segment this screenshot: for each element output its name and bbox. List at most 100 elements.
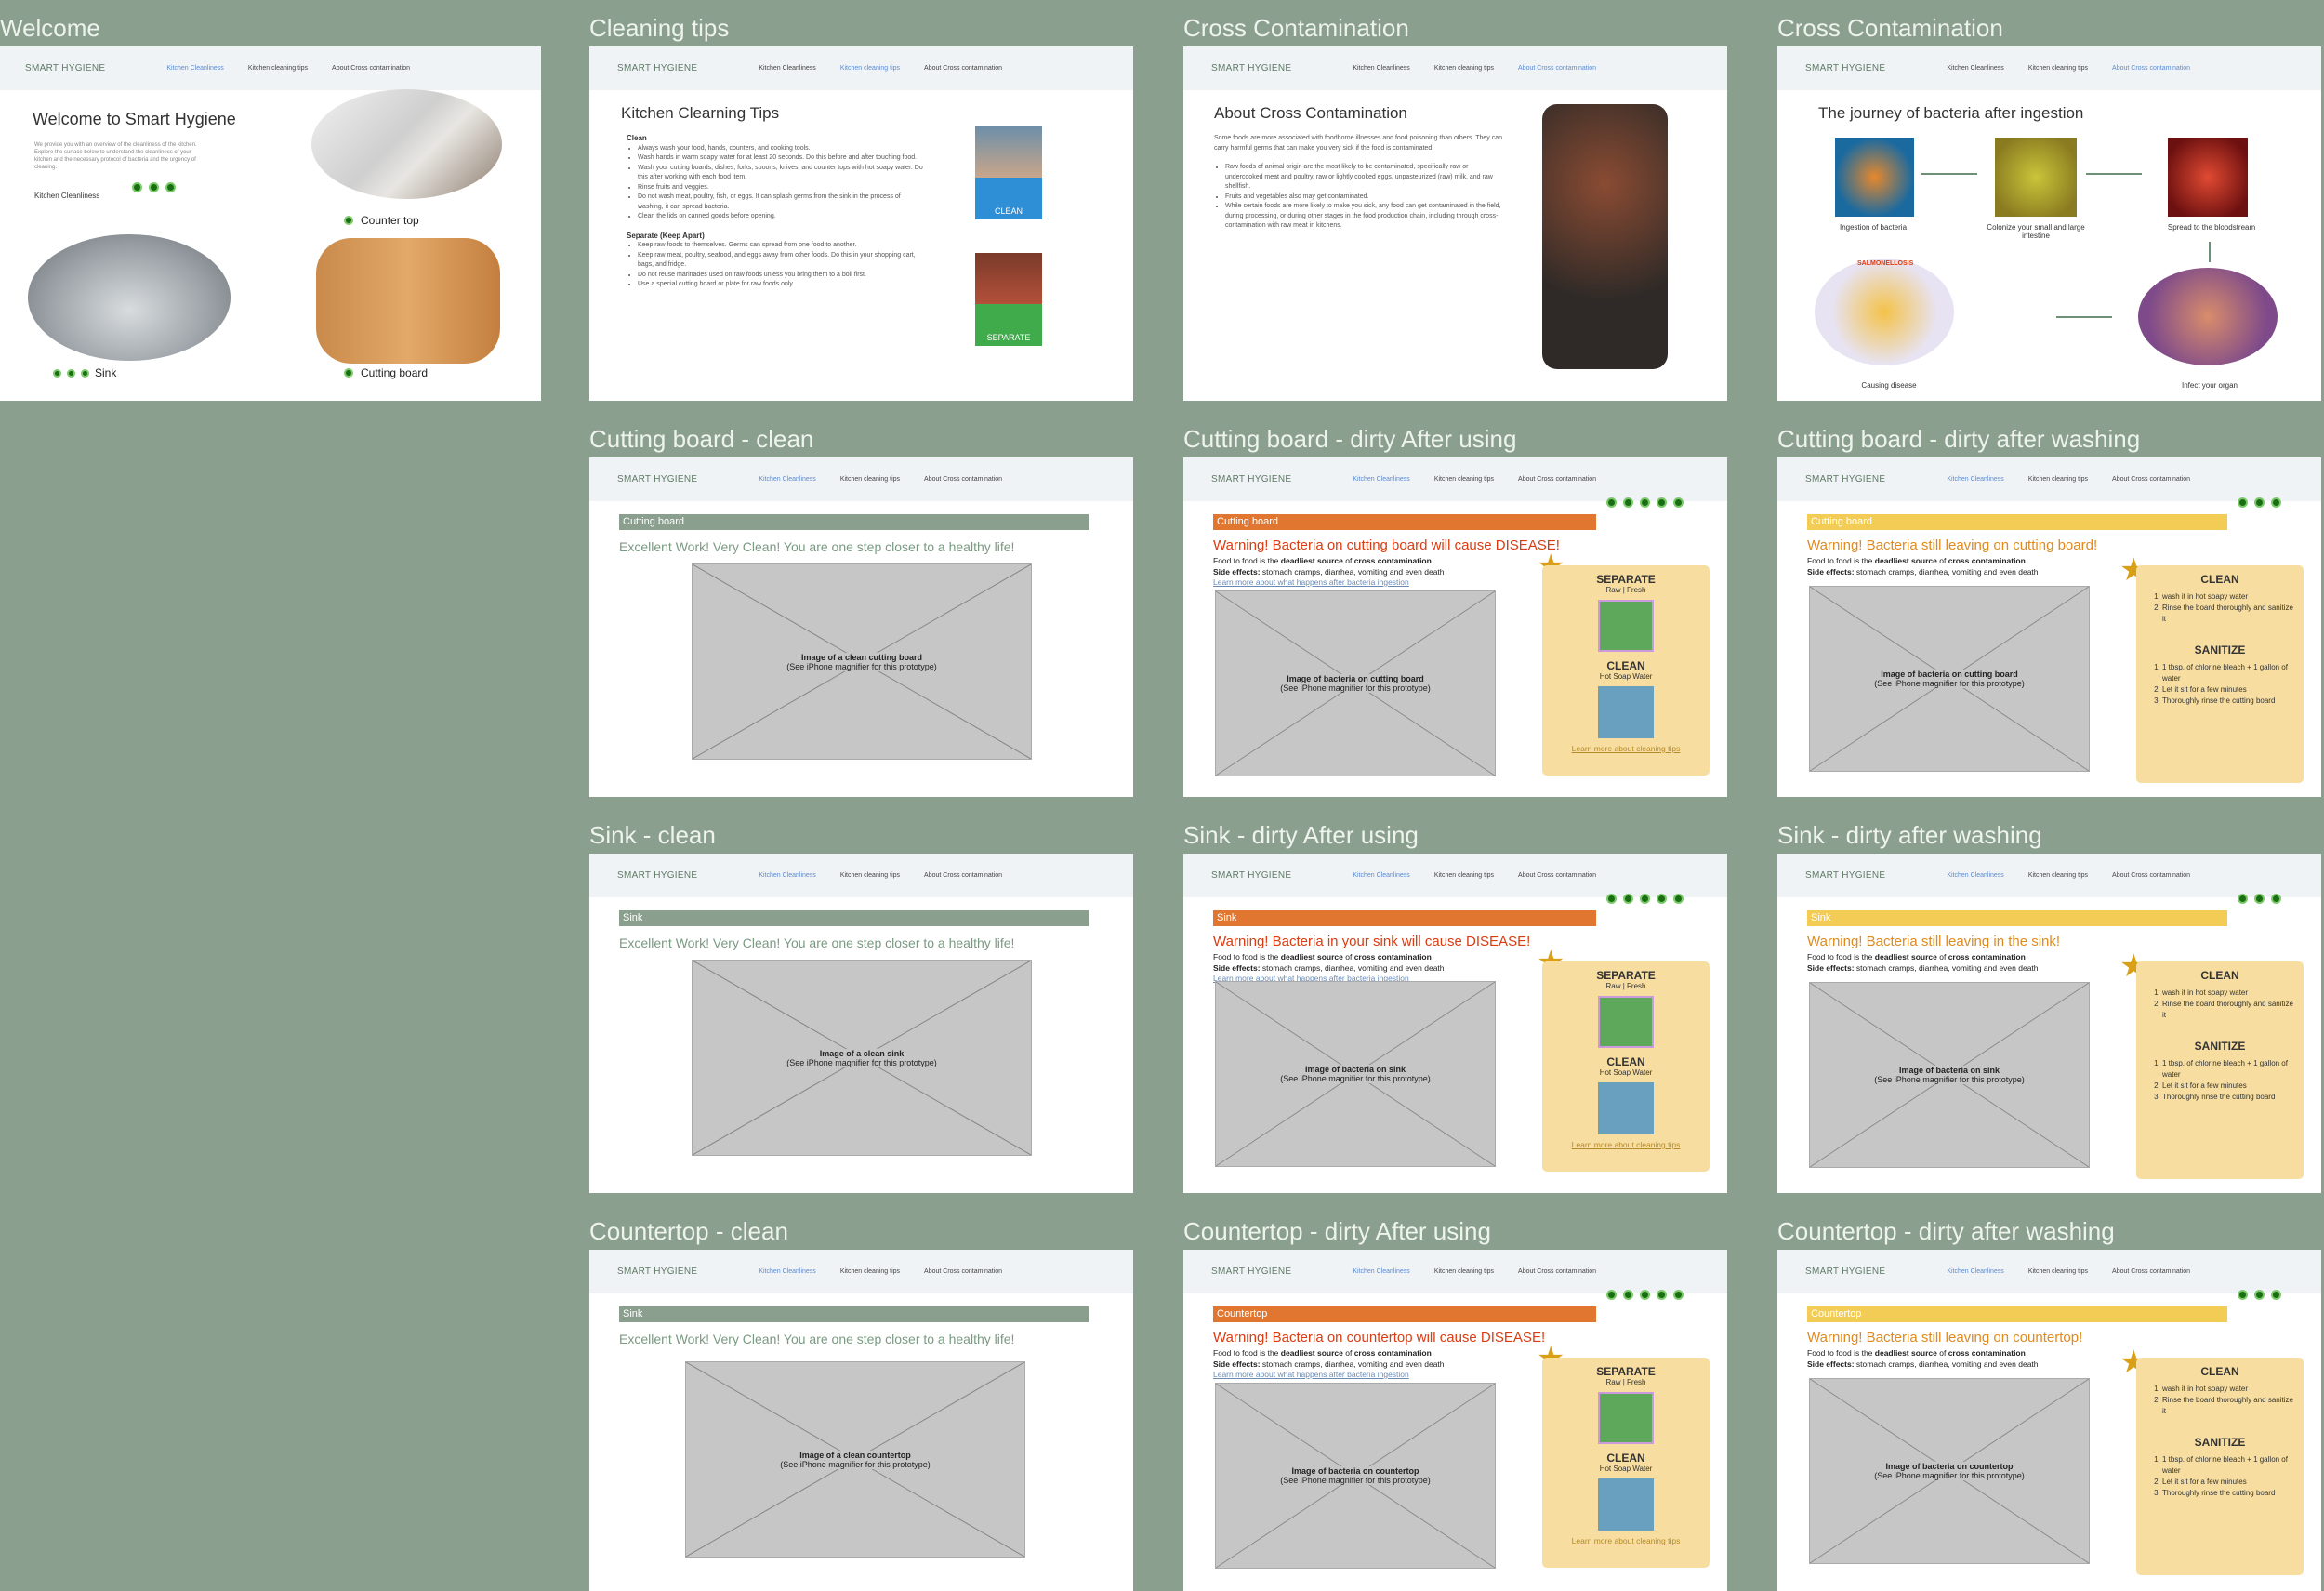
nav-link-tips[interactable]: Kitchen cleaning tips [840,476,900,483]
warning-message: Warning! Bacteria on cutting board will … [1213,537,1560,553]
nav-link-cross[interactable]: About Cross contamination [2112,476,2190,483]
logo[interactable]: SMART HYGIENE [1211,1266,1291,1277]
tips-card: SEPARATE Raw | Fresh CLEAN Hot Soap Wate… [1542,1358,1710,1568]
nav-link-cleanliness[interactable]: Kitchen Cleanliness [1947,1268,2003,1275]
clean-list: Always wash your food, hands, counters, … [627,144,924,222]
nav-link-cross[interactable]: About Cross contamination [2112,65,2190,72]
nav-link-cleanliness[interactable]: Kitchen Cleanliness [759,476,815,483]
arrow-3 [2209,242,2211,262]
surface-bar: Sink [1213,910,1596,926]
sink-item[interactable]: Sink [53,366,116,379]
ct-wash-frame: SMART HYGIENE Kitchen Cleanliness Kitchen … [1777,1250,2321,1591]
cleaning-tips-link[interactable]: Learn more about cleaning tips [1542,1536,1710,1545]
praise-message: Excellent Work! Very Clean! You are one … [619,1332,1015,1346]
nav-link-cleanliness[interactable]: Kitchen Cleanliness [759,872,815,879]
sanitize-heading: SANITIZE [2194,643,2246,656]
nav-link-tips[interactable]: Kitchen cleaning tips [1434,1268,1494,1275]
nav-link-tips[interactable]: Kitchen cleaning tips [1434,65,1494,72]
sanitize-steps: 1 tbsp. of chlorine bleach + 1 gallon of… [2146,662,2296,707]
cb-dirty-frame: SMART HYGIENE Kitchen Cleanliness Kitchen … [1183,457,1727,797]
frame-label-ct-dirty: Countertop - dirty After using [1183,1217,1491,1245]
surface-bar: Sink [619,1306,1089,1322]
nav-link-cleanliness[interactable]: Kitchen Cleanliness [759,1268,815,1275]
nav-link-tips[interactable]: Kitchen cleaning tips [2028,872,2088,879]
nav-link-cleanliness[interactable]: Kitchen Cleanliness [1947,872,2003,879]
counter-top-item[interactable]: Counter top [344,214,419,227]
praise-message: Excellent Work! Very Clean! You are one … [619,935,1015,950]
warning-message: Warning! Bacteria in your sink will caus… [1213,934,1531,949]
cutting-board-image[interactable] [316,238,500,364]
logo[interactable]: SMART HYGIENE [1211,63,1291,73]
frame-label-ct-clean: Countertop - clean [589,1217,788,1245]
nav-link-cleanliness[interactable]: Kitchen Cleanliness [1947,476,2003,483]
nav-link-tips[interactable]: Kitchen cleaning tips [2028,476,2088,483]
logo[interactable]: SMART HYGIENE [617,870,697,881]
surface-bar: Cutting board [1213,514,1596,530]
nav-link-tips[interactable]: Kitchen cleaning tips [840,1268,900,1275]
nav-link-cleanliness[interactable]: Kitchen Cleanliness [1353,65,1409,72]
tips-frame: SMART HYGIENE Kitchen Cleanliness Kitche… [589,46,1133,401]
logo[interactable]: SMART HYGIENE [1805,63,1885,73]
nav-link-cross[interactable]: About Cross contamination [2112,1268,2190,1275]
nav-link-cross[interactable]: About Cross contamination [1518,65,1596,72]
nav-link-cross[interactable]: About Cross contamination [1518,872,1596,879]
cross-frame: SMART HYGIENE Kitchen Cleanliness Kitche… [1183,46,1727,401]
nav-link-cross[interactable]: About Cross contamination [924,1268,1002,1275]
logo[interactable]: SMART HYGIENE [1211,474,1291,484]
cleaning-tips-link[interactable]: Learn more about cleaning tips [1542,744,1710,753]
nav-link-tips[interactable]: Kitchen cleaning tips [248,65,308,72]
separate-icon [1598,996,1654,1048]
nav-link-cross[interactable]: About Cross contamination [924,65,1002,72]
nav-link-cleanliness[interactable]: Kitchen Cleanliness [759,65,815,72]
nav-link-cross[interactable]: About Cross contamination [1518,1268,1596,1275]
logo[interactable]: SMART HYGIENE [1805,1266,1885,1277]
separate-heading: Separate (Keep Apart) [627,231,705,240]
nav-link-cross[interactable]: About Cross contamination [332,65,410,72]
logo[interactable]: SMART HYGIENE [617,1266,697,1277]
logo[interactable]: SMART HYGIENE [617,63,697,73]
logo[interactable]: SMART HYGIENE [617,474,697,484]
sink-image[interactable] [28,234,231,361]
surface-bar: Countertop [1807,1306,2227,1322]
logo[interactable]: SMART HYGIENE [1211,870,1291,881]
surface-bar: Countertop [1213,1306,1596,1322]
nav-link-cleanliness[interactable]: Kitchen Cleanliness [166,65,223,72]
nav-link-tips[interactable]: Kitchen cleaning tips [1434,872,1494,879]
nav-bar: SMART HYGIENE Kitchen Cleanliness Kitche… [0,46,541,90]
logo[interactable]: SMART HYGIENE [1805,474,1885,484]
bacteria-image-placeholder: Image of bacteria on cutting board (See i… [1215,590,1496,776]
nav-link-cleanliness[interactable]: Kitchen Cleanliness [1353,476,1409,483]
nav-link-tips[interactable]: Kitchen cleaning tips [840,872,900,879]
nav-link-tips[interactable]: Kitchen cleaning tips [2028,65,2088,72]
counter-top-image[interactable] [311,89,502,199]
nav-link-cross[interactable]: About Cross contamination [924,476,1002,483]
surface-bar: Sink [619,910,1089,926]
kitchen-cleanliness-label: Kitchen Cleanliness [34,192,100,200]
nav-link-tips[interactable]: Kitchen cleaning tips [2028,1268,2088,1275]
cleaning-tips-link[interactable]: Learn more about cleaning tips [1542,1140,1710,1149]
nav-link-tips[interactable]: Kitchen cleaning tips [840,65,900,72]
clean-heading: CLEAN [2200,1365,2239,1378]
nav-link-cross[interactable]: About Cross contamination [2112,872,2190,879]
page-title: About Cross Contamination [1214,104,1407,122]
page-title: The journey of bacteria after ingestion [1818,104,2084,122]
nav-link-cleanliness[interactable]: Kitchen Cleanliness [1353,1268,1409,1275]
cutting-board-item[interactable]: Cutting board [344,366,428,379]
warning-message: Warning! Bacteria still leaving on count… [1807,1330,2083,1346]
sink-wash-frame: SMART HYGIENE Kitchen Cleanliness Kitchen … [1777,854,2321,1193]
nav-link-cleanliness[interactable]: Kitchen Cleanliness [1353,872,1409,879]
logo[interactable]: SMART HYGIENE [1805,870,1885,881]
nav-link-cross[interactable]: About Cross contamination [1518,476,1596,483]
bacteria-image-placeholder: Image of bacteria on countertop (See iPho… [1215,1383,1496,1569]
nav-link-tips[interactable]: Kitchen cleaning tips [1434,476,1494,483]
tips-card: SEPARATE Raw | Fresh CLEAN Hot Soap Wate… [1542,961,1710,1172]
arrow-1 [1921,173,1977,175]
cb-clean-frame: SMART HYGIENE Kitchen Cleanliness Kitchen … [589,457,1133,797]
welcome-frame: SMART HYGIENE Kitchen Cleanliness Kitche… [0,46,541,401]
logo[interactable]: SMART HYGIENE [25,63,105,73]
nav-link-cleanliness[interactable]: Kitchen Cleanliness [1947,65,2003,72]
phone-food-image [1542,104,1668,369]
clean-tip-image: CLEAN [975,126,1042,219]
cleanliness-dots [1606,1290,1684,1300]
nav-link-cross[interactable]: About Cross contamination [924,872,1002,879]
